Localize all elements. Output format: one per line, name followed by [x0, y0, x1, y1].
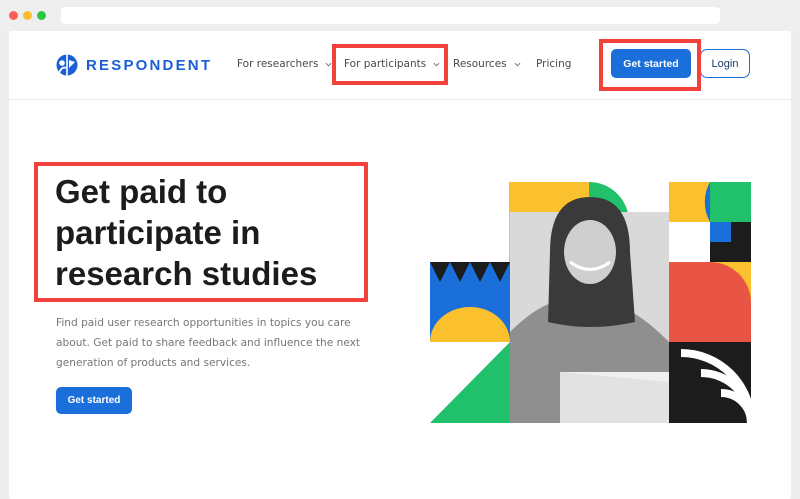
- close-window-button[interactable]: [9, 11, 18, 20]
- subtitle-line-3: generation of products and services.: [56, 357, 251, 369]
- nav-pricing-label: Pricing: [536, 58, 572, 70]
- top-navigation: RESPONDENT For researchers For participa…: [9, 31, 791, 100]
- nav-resources[interactable]: Resources: [453, 58, 521, 70]
- brand-name: RESPONDENT: [86, 56, 213, 74]
- minimize-window-button[interactable]: [23, 11, 32, 20]
- hero-get-started-button[interactable]: Get started: [56, 387, 132, 414]
- webpage: RESPONDENT For researchers For participa…: [9, 31, 791, 499]
- browser-chrome: [0, 0, 800, 31]
- hero-subtitle: Find paid user research opportunities in…: [56, 313, 366, 373]
- nav-for-researchers[interactable]: For researchers: [237, 58, 332, 70]
- login-button[interactable]: Login: [700, 49, 750, 78]
- nav-resources-label: Resources: [453, 58, 507, 70]
- highlight-for-participants: [332, 44, 448, 85]
- nav-pricing[interactable]: Pricing: [536, 58, 571, 70]
- subtitle-line-1: Find paid user research opportunities in…: [56, 317, 351, 329]
- highlight-headline: [34, 162, 368, 302]
- address-bar[interactable]: [61, 7, 720, 24]
- respondent-logo-icon: [56, 54, 78, 76]
- nav-for-researchers-label: For researchers: [237, 58, 319, 70]
- highlight-get-started: [599, 39, 701, 91]
- chevron-down-icon: [514, 62, 521, 66]
- maximize-window-button[interactable]: [37, 11, 46, 20]
- subtitle-line-2: about. Get paid to share feedback and in…: [56, 337, 361, 349]
- hero-illustration: [430, 182, 751, 423]
- brand-logo[interactable]: RESPONDENT: [56, 53, 212, 77]
